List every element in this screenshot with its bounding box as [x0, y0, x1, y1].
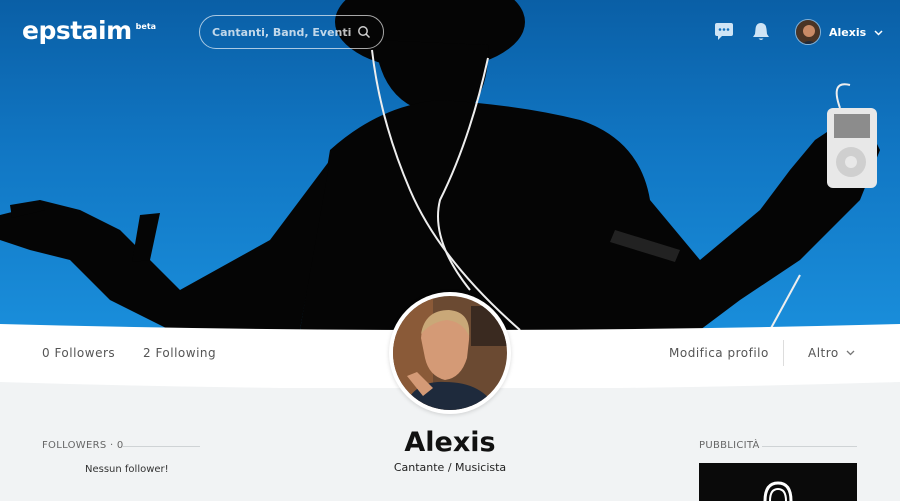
site-logo[interactable]: epstaim beta [22, 16, 156, 48]
ad-banner[interactable] [699, 463, 857, 501]
profile-name: Alexis [404, 427, 496, 458]
beta-badge: beta [135, 22, 157, 31]
chat-icon[interactable] [714, 22, 734, 42]
search-input[interactable] [212, 23, 352, 41]
empty-followers-text: Nessun follower! [85, 464, 169, 475]
profile-avatar[interactable] [389, 292, 511, 414]
user-menu[interactable]: Alexis [795, 18, 883, 46]
more-menu[interactable]: Altro [808, 346, 855, 360]
user-name: Alexis [829, 25, 867, 39]
search-box[interactable] [199, 15, 384, 49]
chevron-down-icon [874, 29, 883, 36]
divider [783, 340, 784, 366]
search-icon[interactable] [357, 25, 371, 39]
divider [122, 446, 200, 447]
ad-logo-icon [763, 481, 793, 501]
followers-section-title: FOLLOWERS · 0 [42, 440, 124, 451]
more-label: Altro [808, 346, 839, 360]
edit-profile-link[interactable]: Modifica profilo [669, 346, 769, 360]
user-avatar [795, 19, 821, 45]
divider [762, 446, 857, 447]
top-navigation: epstaim beta Alexis [0, 0, 900, 64]
profile-photo [393, 296, 507, 410]
chevron-down-icon [846, 350, 855, 356]
ads-section-title: PUBBLICITÀ [699, 440, 760, 451]
bell-icon[interactable] [751, 22, 771, 42]
logo-wordmark: epstaim [22, 16, 132, 45]
following-count[interactable]: 2 Following [143, 346, 216, 360]
followers-count[interactable]: 0 Followers [42, 346, 115, 360]
